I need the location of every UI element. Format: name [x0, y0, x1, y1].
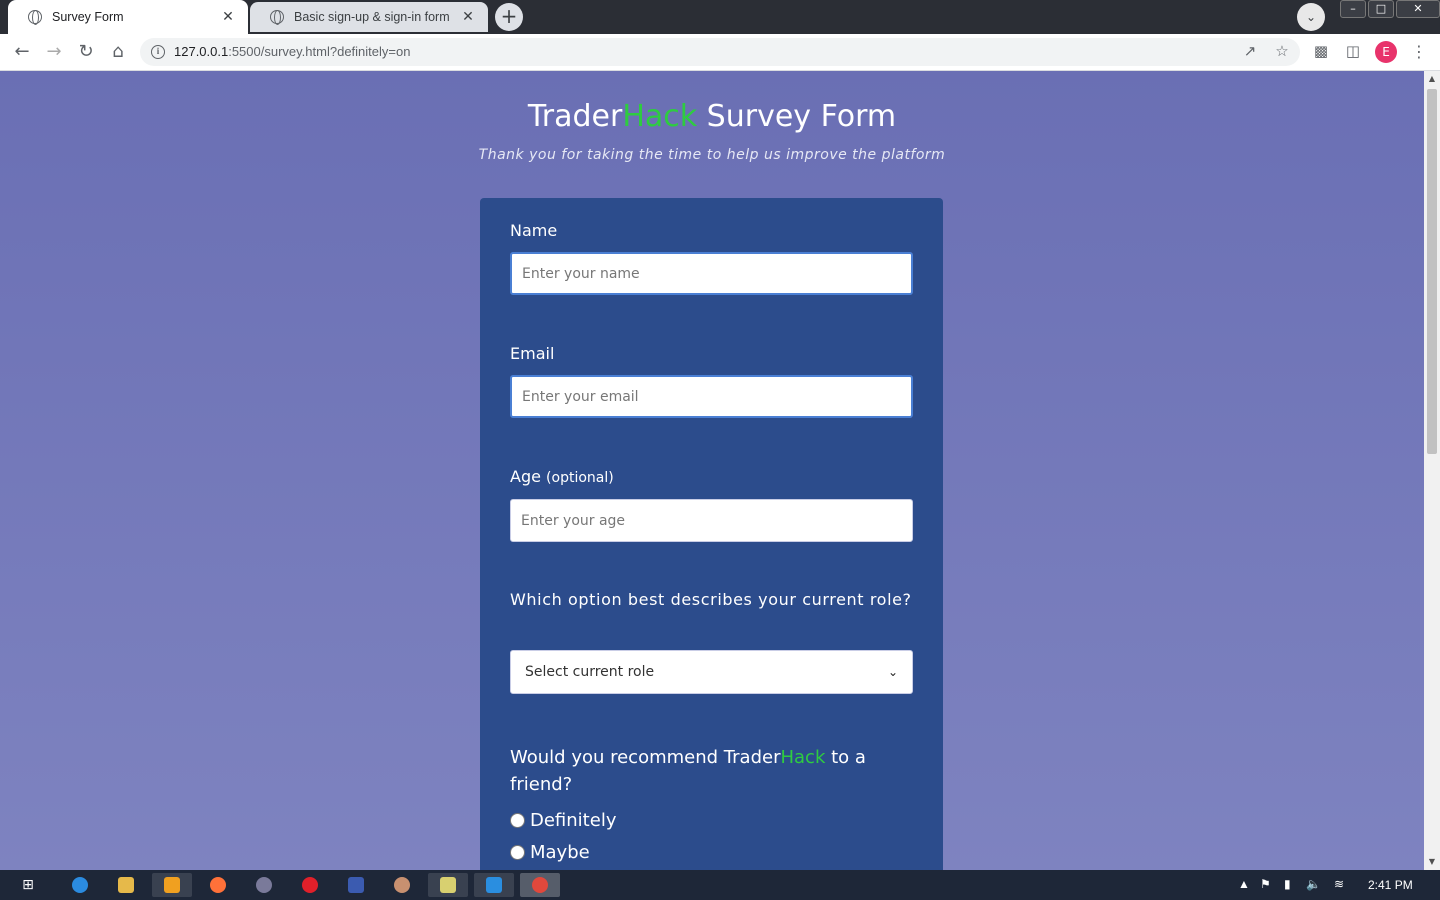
- tab-sign-up-form[interactable]: Basic sign-up & sign-in form ✕: [250, 2, 488, 32]
- chrome-icon[interactable]: [520, 873, 560, 897]
- restore-icon[interactable]: □: [1368, 0, 1394, 18]
- scroll-down-arrow-icon[interactable]: ▼: [1424, 854, 1440, 870]
- page-viewport: TraderHack Survey Form Thank you for tak…: [0, 71, 1424, 870]
- site-info-icon[interactable]: i: [151, 45, 165, 59]
- chevron-down-icon: ⌄: [887, 665, 898, 679]
- tab-title: Survey Form: [52, 10, 124, 24]
- url-text: 127.0.0.1:5500/survey.html?definitely=on: [174, 44, 410, 59]
- radio-label: Definitely: [530, 810, 617, 831]
- role-select[interactable]: Select current role ⌄: [510, 650, 913, 694]
- page-scrollbar[interactable]: ▲ ▼: [1424, 71, 1440, 870]
- share-icon[interactable]: ↗: [1240, 41, 1260, 61]
- radio-button[interactable]: [510, 845, 525, 860]
- page-title: TraderHack Survey Form: [0, 99, 1424, 134]
- profile-avatar[interactable]: E: [1375, 41, 1397, 63]
- age-label: Age (optional): [510, 467, 614, 486]
- recommend-option-maybe[interactable]: Maybe: [510, 842, 590, 863]
- back-arrow-icon[interactable]: ←: [10, 40, 34, 64]
- name-input[interactable]: Enter your name: [510, 252, 913, 295]
- tab-title: Basic sign-up & sign-in form: [294, 10, 450, 24]
- globe-icon: [270, 10, 284, 25]
- file-manager-icon[interactable]: [428, 873, 468, 897]
- url-host: 127.0.0.1: [174, 44, 229, 59]
- survey-form: Name Enter your name Email Enter your em…: [480, 198, 943, 870]
- tray-expand-icon[interactable]: ▲: [1238, 877, 1250, 891]
- taskbar-clock[interactable]: 2:41 PM: [1368, 878, 1413, 892]
- recommend-q-part1: Would you recommend Trader: [510, 747, 781, 768]
- radio-label: Maybe: [530, 842, 590, 863]
- age-input[interactable]: Enter your age: [510, 499, 913, 542]
- opera-icon[interactable]: [290, 873, 330, 897]
- reload-icon[interactable]: ↻: [74, 40, 98, 64]
- internet-explorer-icon[interactable]: [60, 873, 100, 897]
- title-hack: Hack: [622, 99, 698, 134]
- role-select-value: Select current role: [525, 664, 655, 680]
- role-question: Which option best describes your current…: [510, 590, 912, 609]
- network-icon[interactable]: ≋: [1334, 877, 1344, 891]
- email-input[interactable]: Enter your email: [510, 375, 913, 418]
- address-bar[interactable]: i 127.0.0.1:5500/survey.html?definitely=…: [140, 38, 1300, 66]
- recommend-question: Would you recommend TraderHack to a frie…: [510, 744, 913, 798]
- file-explorer-icon[interactable]: [106, 873, 146, 897]
- tab-survey-form[interactable]: Survey Form ✕: [8, 0, 248, 34]
- title-trader: Trader: [527, 99, 623, 134]
- app-circle-icon[interactable]: [244, 873, 284, 897]
- app-icon[interactable]: [382, 873, 422, 897]
- browser-toolbar: ← → ↻ ⌂ i 127.0.0.1:5500/survey.html?def…: [0, 34, 1440, 71]
- close-tab-icon[interactable]: ✕: [460, 9, 476, 25]
- minimize-icon[interactable]: –: [1340, 0, 1366, 18]
- recommend-option-definitely[interactable]: Definitely: [510, 810, 616, 831]
- globe-icon: [28, 10, 42, 25]
- browser-tab-bar: Survey Form ✕ Basic sign-up & sign-in fo…: [0, 0, 1440, 34]
- media-player-icon[interactable]: [152, 873, 192, 897]
- window-controls: – □ ✕: [1338, 0, 1440, 20]
- age-label-text: Age: [510, 467, 541, 486]
- firefox-icon[interactable]: [198, 873, 238, 897]
- recommend-q-hack: Hack: [780, 747, 826, 768]
- name-label: Name: [510, 221, 558, 240]
- new-tab-button[interactable]: +: [495, 3, 523, 31]
- title-survey-form: Survey Form: [697, 99, 897, 134]
- browser-menu-icon[interactable]: ⋮: [1410, 40, 1428, 64]
- forward-arrow-icon[interactable]: →: [42, 40, 66, 64]
- volume-icon[interactable]: 🔈: [1306, 877, 1321, 891]
- tab-search-chevron-icon[interactable]: ⌄: [1297, 3, 1325, 31]
- bookmark-star-icon[interactable]: ☆: [1272, 41, 1292, 61]
- url-path: :5500/survey.html?definitely=on: [228, 44, 411, 59]
- window-close-icon[interactable]: ✕: [1396, 0, 1440, 18]
- scroll-up-arrow-icon[interactable]: ▲: [1424, 71, 1440, 87]
- battery-icon[interactable]: ▮: [1284, 877, 1291, 891]
- start-button-icon[interactable]: ⊞: [8, 873, 48, 897]
- flag-icon[interactable]: ⚑: [1260, 877, 1271, 891]
- vscode-icon[interactable]: [474, 873, 514, 897]
- home-icon[interactable]: ⌂: [106, 40, 130, 64]
- page-description: Thank you for taking the time to help us…: [478, 147, 946, 163]
- close-tab-icon[interactable]: ✕: [220, 9, 236, 25]
- windows-taskbar: ⊞ ▲ ⚑ ▮ 🔈 ≋ 2:41 PM: [0, 870, 1440, 900]
- facebook-icon[interactable]: [336, 873, 376, 897]
- radio-button[interactable]: [510, 813, 525, 828]
- scrollbar-thumb[interactable]: [1427, 89, 1437, 454]
- extensions-puzzle-icon[interactable]: ▩: [1311, 41, 1331, 61]
- email-label: Email: [510, 344, 555, 363]
- age-optional-note: (optional): [546, 470, 614, 486]
- side-panel-icon[interactable]: ◫: [1343, 41, 1363, 61]
